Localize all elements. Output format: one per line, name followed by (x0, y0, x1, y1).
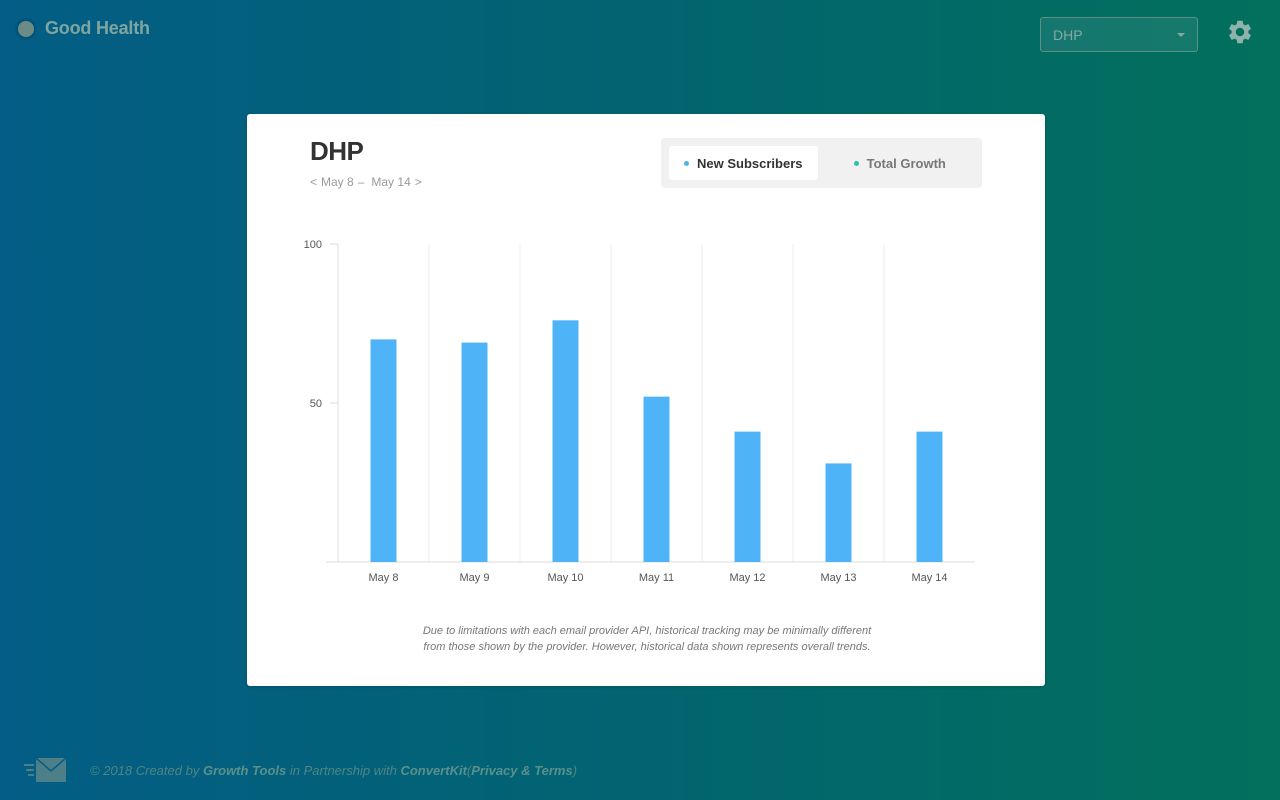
status-dot-icon (18, 20, 34, 37)
terms-link[interactable]: Terms (534, 763, 573, 778)
chevron-down-icon (1177, 33, 1185, 37)
gear-icon[interactable] (1226, 18, 1254, 46)
date-range-end: May 14 (371, 175, 411, 189)
x-tick-label: May 12 (729, 572, 765, 584)
stats-card: DHP < May 8 – May 14 > New Subscribers T… (247, 114, 1045, 686)
brand[interactable]: Good Health (18, 18, 150, 39)
bar (734, 431, 761, 562)
footer-text: © 2018 Created by Growth Tools in Partne… (90, 763, 577, 778)
bar (825, 463, 852, 562)
tab-dot-icon (684, 160, 689, 166)
date-range-start: May 8 (321, 175, 354, 189)
convertkit-link[interactable]: ConvertKit (400, 763, 466, 778)
x-tick-label: May 8 (369, 572, 399, 584)
next-week-button[interactable]: > (415, 175, 422, 189)
bar-chart: 50 100 May 8 May 9 May 10 May 11 May 12 May 13 M… (304, 239, 975, 584)
disclaimer-text: Due to limitations with each email provi… (422, 625, 872, 653)
prev-week-button[interactable]: < (310, 175, 317, 189)
x-tick-label: May 14 (911, 572, 947, 584)
page-title: DHP (310, 136, 364, 166)
metric-toggle: New Subscribers Total Growth (661, 138, 982, 188)
tab-new-subscribers[interactable]: New Subscribers (669, 146, 818, 180)
tab-label: New Subscribers (697, 155, 803, 171)
bar (643, 396, 670, 562)
bar (552, 320, 579, 562)
x-tick-label: May 13 (820, 572, 856, 584)
y-tick-label: 50 (310, 398, 322, 410)
account-select[interactable]: DHP (1040, 17, 1198, 52)
x-tick-label: May 11 (639, 572, 674, 584)
brand-name: Good Health (45, 18, 150, 38)
tab-label: Total Growth (866, 155, 946, 171)
footer-prefix: © 2018 Created by (90, 762, 200, 778)
privacy-link[interactable]: Privacy (471, 763, 517, 778)
mail-icon (24, 757, 67, 782)
x-tick-label: May 9 (460, 572, 490, 584)
tab-dot-icon (853, 160, 859, 166)
growth-tools-link[interactable]: Growth Tools (203, 763, 286, 778)
bar (916, 431, 943, 562)
tab-total-growth[interactable]: Total Growth (826, 146, 975, 180)
footer-close-paren: ) (572, 762, 578, 778)
bar (461, 342, 488, 562)
footer-middle: in Partnership with (289, 762, 397, 778)
y-tick-label: 100 (304, 239, 322, 251)
date-range: < May 8 – May 14 > (310, 175, 422, 189)
footer-amp: & (521, 762, 531, 778)
x-tick-label: May 10 (547, 572, 583, 584)
date-range-separator: – (357, 175, 365, 189)
account-select-value: DHP (1053, 26, 1083, 43)
bar (370, 339, 397, 562)
footer: © 2018 Created by Growth Tools in Partne… (24, 755, 577, 785)
